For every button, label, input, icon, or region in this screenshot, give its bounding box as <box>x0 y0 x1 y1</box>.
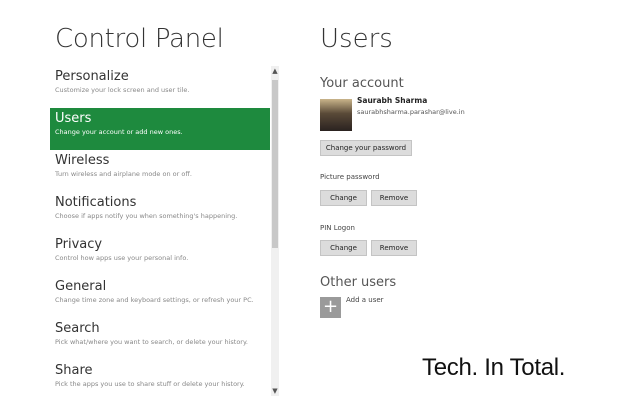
item-name: Share <box>55 363 93 378</box>
item-name: Search <box>55 321 100 336</box>
item-desc: Change time zone and keyboard settings, … <box>55 296 254 304</box>
other-users-heading: Other users <box>320 275 397 290</box>
sidebar-item-search[interactable]: Search Pick what/where you want to searc… <box>50 318 270 360</box>
picture-password-label: Picture password <box>320 173 380 181</box>
item-desc: Choose if apps notify you when something… <box>55 212 238 220</box>
scroll-thumb[interactable] <box>272 80 278 248</box>
item-name: Wireless <box>55 153 110 168</box>
item-desc: Pick what/where you want to search, or d… <box>55 338 248 346</box>
add-user-icon[interactable]: + <box>320 297 341 318</box>
change-password-button[interactable]: Change your password <box>320 140 412 156</box>
item-desc: Customize your lock screen and user tile… <box>55 86 190 94</box>
item-name: General <box>55 279 107 294</box>
page-title: Control Panel <box>55 24 224 54</box>
list-scrollbar[interactable]: ▲ ▼ <box>271 66 279 396</box>
account-name: Saurabh Sharma <box>357 96 428 105</box>
sidebar-item-personalize[interactable]: Personalize Customize your lock screen a… <box>50 66 270 108</box>
pin-change-button[interactable]: Change <box>320 240 367 256</box>
sidebar-item-users[interactable]: Users Change your account or add new one… <box>50 108 270 150</box>
scroll-down-icon[interactable]: ▼ <box>271 386 279 396</box>
sidebar-item-notifications[interactable]: Notifications Choose if apps notify you … <box>50 192 270 234</box>
item-name: Privacy <box>55 237 103 252</box>
picture-password-remove-button[interactable]: Remove <box>371 190 417 206</box>
add-user-label[interactable]: Add a user <box>346 296 384 304</box>
scroll-up-icon[interactable]: ▲ <box>271 66 279 76</box>
sidebar-item-privacy[interactable]: Privacy Control how apps use your person… <box>50 234 270 276</box>
item-name: Notifications <box>55 195 137 210</box>
sidebar-item-share[interactable]: Share Pick the apps you use to share stu… <box>50 360 270 402</box>
picture-password-change-button[interactable]: Change <box>320 190 367 206</box>
item-desc: Change your account or add new ones. <box>55 128 183 136</box>
item-desc: Turn wireless and airplane mode on or of… <box>55 170 192 178</box>
item-name: Users <box>55 111 92 126</box>
item-desc: Pick the apps you use to share stuff or … <box>55 380 245 388</box>
sidebar-item-wireless[interactable]: Wireless Turn wireless and airplane mode… <box>50 150 270 192</box>
section-title: Users <box>320 24 393 54</box>
watermark-text: Tech. In Total. <box>422 354 566 381</box>
pin-remove-button[interactable]: Remove <box>371 240 417 256</box>
pin-logon-label: PIN Logon <box>320 224 355 232</box>
item-desc: Control how apps use your personal info. <box>55 254 189 262</box>
your-account-heading: Your account <box>320 76 404 91</box>
settings-list: Personalize Customize your lock screen a… <box>50 66 270 402</box>
account-email: saurabhsharma.parashar@live.in <box>357 108 465 116</box>
sidebar-item-general[interactable]: General Change time zone and keyboard se… <box>50 276 270 318</box>
item-name: Personalize <box>55 69 129 84</box>
avatar <box>320 99 352 131</box>
